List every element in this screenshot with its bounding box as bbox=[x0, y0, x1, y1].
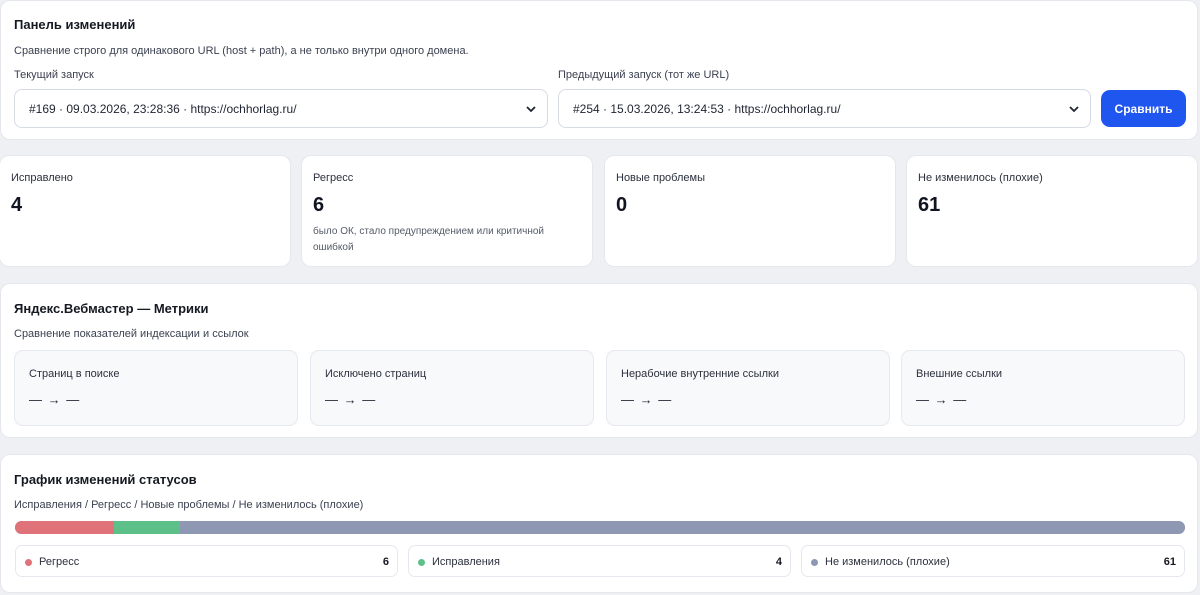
chevron-down-icon bbox=[1069, 106, 1079, 113]
previous-run-value: #254 · 15.03.2026, 13:24:53 · https://oc… bbox=[573, 101, 841, 116]
current-run-label: Текущий запуск bbox=[14, 69, 94, 81]
legend-count: 61 bbox=[1163, 556, 1176, 568]
metric-external-links: Внешние ссылки — → — bbox=[901, 350, 1185, 426]
metric-label: Внешние ссылки bbox=[916, 368, 1003, 380]
metric-value: — → — bbox=[916, 392, 968, 407]
metric-broken-internal-links: Нерабочие внутренние ссылки — → — bbox=[606, 350, 890, 426]
compare-button[interactable]: Сравнить bbox=[1101, 90, 1186, 127]
legend-item-unchanged: Не изменилось (плохие) 61 bbox=[801, 545, 1185, 577]
metric-value: — → — bbox=[29, 392, 81, 407]
stat-value: 0 bbox=[616, 194, 628, 216]
metric-excluded-pages: Исключено страниц — → — bbox=[310, 350, 594, 426]
webmaster-title: Яндекс.Вебмастер — Метрики bbox=[14, 301, 209, 316]
status-chart-panel: График изменений статусов Исправления / … bbox=[0, 454, 1198, 593]
metric-label: Нерабочие внутренние ссылки bbox=[621, 368, 779, 380]
current-run-select[interactable]: #169 · 09.03.2026, 23:28:36 · https://oc… bbox=[14, 89, 548, 128]
metric-label: Страниц в поиске bbox=[29, 368, 120, 380]
stat-label: Регресс bbox=[313, 172, 354, 184]
stat-value: 6 bbox=[313, 194, 325, 216]
metric-value: — → — bbox=[325, 392, 377, 407]
current-run-value: #169 · 09.03.2026, 23:28:36 · https://oc… bbox=[29, 101, 297, 116]
webmaster-subtitle: Сравнение показателей индексации и ссыло… bbox=[14, 328, 249, 340]
legend-dot bbox=[811, 559, 818, 566]
stat-label: Исправлено bbox=[11, 172, 73, 184]
legend-count: 6 bbox=[382, 556, 389, 568]
metric-pages-in-search: Страниц в поиске — → — bbox=[14, 350, 298, 426]
stat-card-fixed: Исправлено 4 bbox=[0, 155, 291, 267]
metric-value: — → — bbox=[621, 392, 673, 407]
bar-segment-1 bbox=[113, 521, 180, 534]
compare-panel: Панель изменений Сравнение строго для од… bbox=[0, 0, 1198, 140]
stat-note: было ОК, стало предупреждением или крити… bbox=[313, 226, 545, 253]
stat-value: 61 bbox=[918, 194, 941, 216]
previous-run-select[interactable]: #254 · 15.03.2026, 13:24:53 · https://oc… bbox=[558, 89, 1091, 128]
legend-item-fixed: Исправления 4 bbox=[408, 545, 791, 577]
metric-label: Исключено страниц bbox=[325, 368, 427, 380]
bar-segment-0 bbox=[15, 521, 114, 534]
chevron-down-icon bbox=[526, 106, 536, 113]
status-stacked-bar bbox=[15, 521, 1185, 534]
bar-segment-3 bbox=[179, 521, 1185, 534]
legend-count: 4 bbox=[775, 556, 782, 568]
stat-label: Не изменилось (плохие) bbox=[918, 172, 1043, 184]
stat-label: Новые проблемы bbox=[616, 172, 705, 184]
status-chart-title: График изменений статусов bbox=[14, 472, 197, 487]
stat-card-unchanged: Не изменилось (плохие) 61 bbox=[906, 155, 1198, 267]
stat-card-regress: Регресс 6 было ОК, стало предупреждением… bbox=[301, 155, 593, 267]
previous-run-label: Предыдущий запуск (тот же URL) bbox=[558, 69, 730, 81]
webmaster-metrics-panel: Яндекс.Вебмастер — Метрики Сравнение пок… bbox=[0, 283, 1198, 438]
legend-item-regress: Регресс 6 bbox=[15, 545, 398, 577]
stat-value: 4 bbox=[11, 194, 23, 216]
status-chart-subtitle: Исправления / Регресс / Новые проблемы /… bbox=[14, 499, 364, 511]
compare-panel-title: Панель изменений bbox=[14, 17, 136, 32]
legend-label: Регресс bbox=[39, 556, 80, 568]
legend-label: Не изменилось (плохие) bbox=[825, 556, 950, 568]
legend-dot bbox=[25, 559, 32, 566]
stat-card-new-issues: Новые проблемы 0 bbox=[604, 155, 896, 267]
legend-dot bbox=[418, 559, 425, 566]
compare-panel-subtitle: Сравнение строго для одинакового URL (ho… bbox=[14, 45, 469, 57]
legend-label: Исправления bbox=[432, 556, 500, 568]
